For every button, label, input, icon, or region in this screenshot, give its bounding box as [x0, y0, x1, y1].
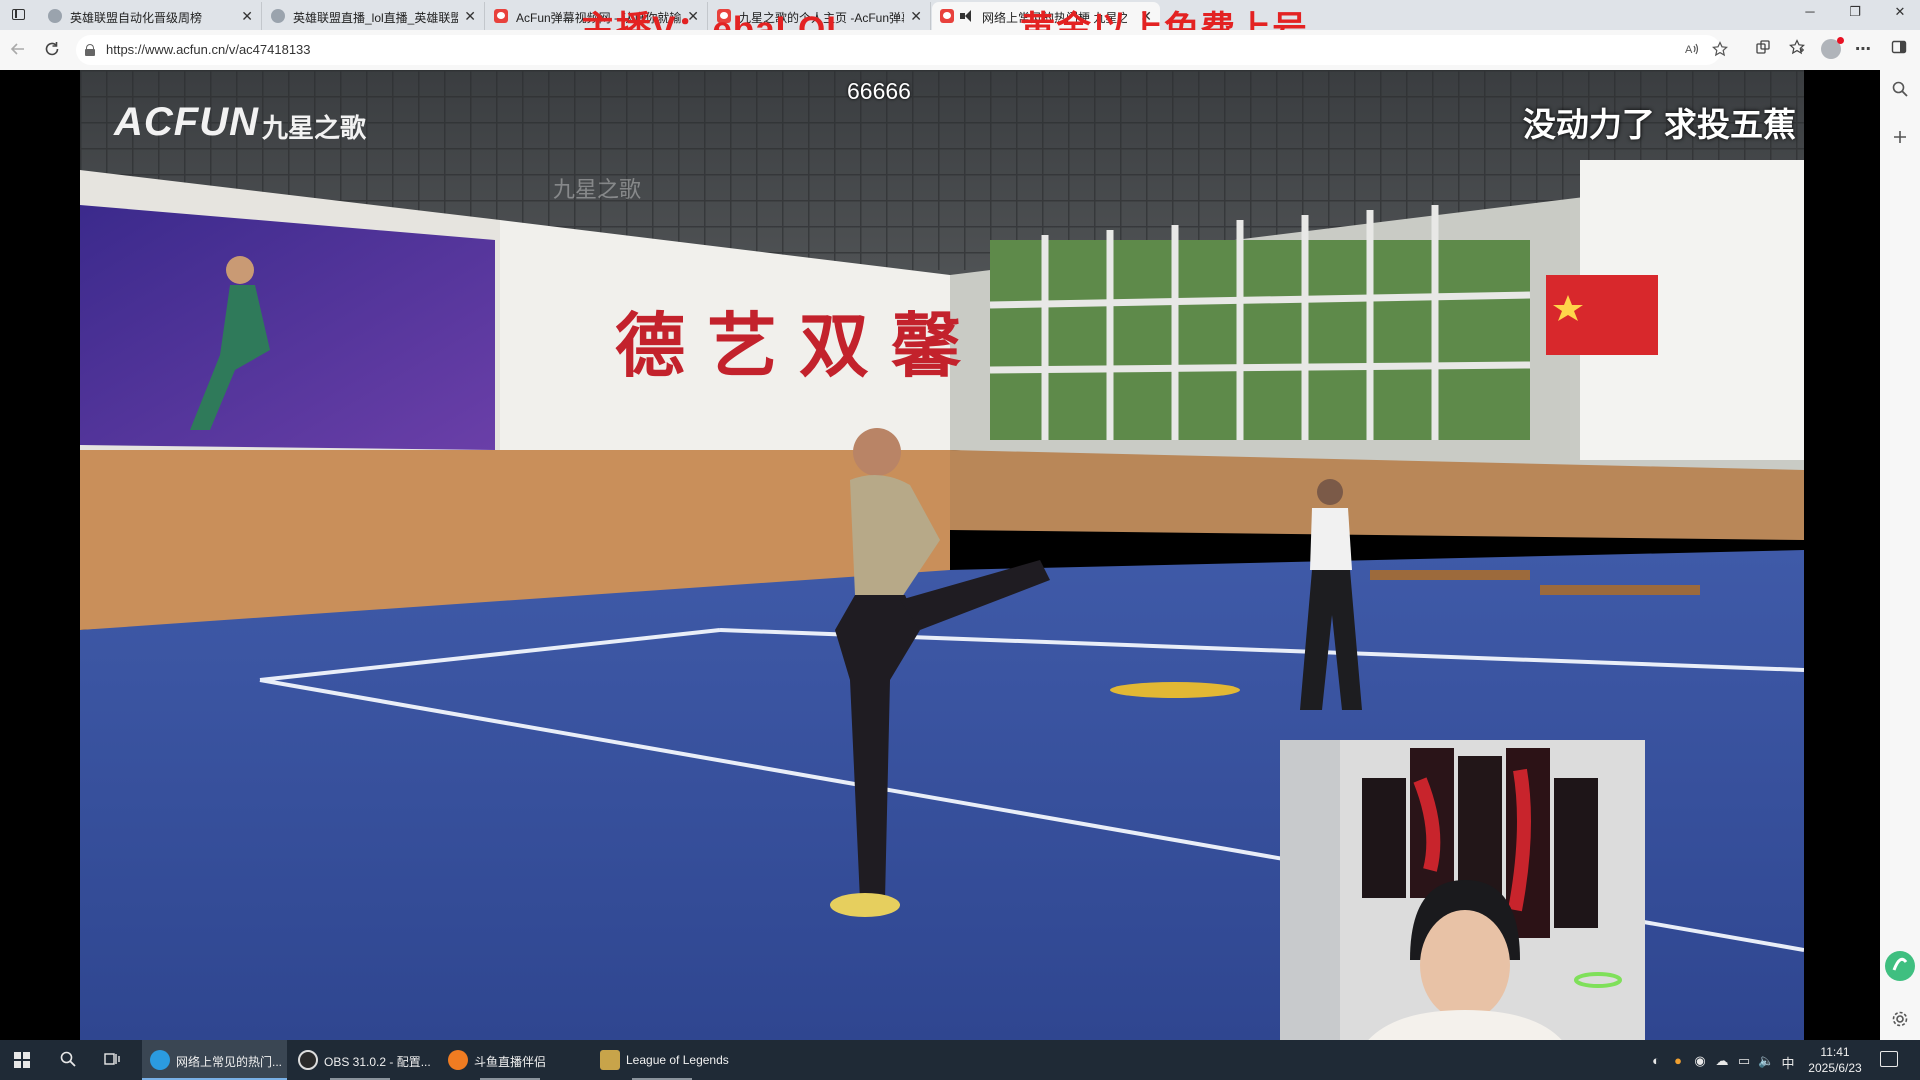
- tray-app-icon[interactable]: ●: [1670, 1053, 1686, 1068]
- collections-icon[interactable]: [1786, 39, 1808, 60]
- tab-actions-menu-icon[interactable]: [8, 6, 28, 24]
- task-view-icon[interactable]: [101, 1050, 123, 1070]
- more-icon[interactable]: ⋯: [1852, 39, 1874, 59]
- acfun-logo: ACFUN: [114, 100, 259, 144]
- add-icon[interactable]: [1890, 128, 1910, 148]
- lol-icon: [600, 1050, 620, 1070]
- tray-app-icon[interactable]: ◐: [1648, 1053, 1664, 1068]
- lol-favicon-icon: [271, 9, 285, 23]
- url-text[interactable]: https://www.acfun.cn/v/ac47418133: [106, 42, 311, 57]
- browser-tab[interactable]: 英雄联盟自动化晋级周榜 ✕: [40, 2, 262, 30]
- tray-app-icon[interactable]: ◉: [1692, 1053, 1708, 1069]
- acfun-favicon-icon: [494, 9, 508, 23]
- search-icon[interactable]: [1890, 80, 1910, 100]
- video-caption: 没动力了 求投五蕉: [1522, 106, 1796, 143]
- edge-icon: [150, 1050, 170, 1070]
- url-omnibox[interactable]: https://www.acfun.cn/v/ac47418133 A: [76, 35, 1728, 65]
- windows-start-icon[interactable]: [14, 1052, 30, 1068]
- tab-bar: 英雄联盟自动化晋级周榜 ✕ 英雄联盟直播_lol直播_英雄联盟 ✕ AcFun弹…: [0, 0, 1920, 30]
- cloud-icon[interactable]: ☁: [1714, 1053, 1730, 1069]
- address-bar: https://www.acfun.cn/v/ac47418133 A ⋯: [0, 30, 1920, 70]
- restore-icon[interactable]: ❐: [1845, 4, 1865, 20]
- tab-close-icon[interactable]: ✕: [910, 8, 922, 24]
- clock-date: 2025/6/23: [1808, 1061, 1862, 1075]
- profile-avatar-icon[interactable]: [1821, 37, 1844, 59]
- tab-audio-icon[interactable]: [960, 9, 976, 23]
- taskbar-clock[interactable]: 11:41 2025/6/23: [1800, 1044, 1870, 1076]
- network-icon[interactable]: ▭: [1736, 1053, 1752, 1069]
- douyu-icon: [448, 1050, 468, 1070]
- settings-icon[interactable]: [1890, 1010, 1910, 1030]
- taskbar-app-label: League of Legends: [626, 1053, 729, 1067]
- obs-icon: [298, 1050, 318, 1070]
- channel-watermark: 九星之歌: [262, 113, 367, 143]
- tab-title: 英雄联盟直播_lol直播_英雄联盟: [293, 11, 458, 25]
- copilot-icon[interactable]: [1884, 950, 1916, 982]
- danmaku-comment: 66666: [847, 78, 911, 104]
- taskbar-search-icon[interactable]: [57, 1050, 79, 1070]
- taskbar-app-label: OBS 31.0.2 - 配置...: [324, 1055, 431, 1069]
- taskbar-app-lol[interactable]: League of Legends: [592, 1040, 737, 1080]
- notification-icon[interactable]: [1880, 1051, 1898, 1067]
- taskbar-app-douyu[interactable]: 斗鱼直播伴侣: [440, 1040, 585, 1080]
- clock-time: 11:41: [1820, 1045, 1850, 1059]
- reload-icon[interactable]: [42, 40, 62, 60]
- taskbar-app-obs[interactable]: OBS 31.0.2 - 配置...: [290, 1040, 435, 1080]
- taskbar-app-label: 网络上常见的热门...: [176, 1055, 283, 1069]
- taskbar-app-label: 斗鱼直播伴侣: [474, 1055, 547, 1069]
- volume-icon[interactable]: 🔈: [1758, 1053, 1774, 1069]
- faint-watermark: 九星之歌: [553, 177, 642, 202]
- wall-slogan: 德艺双馨: [615, 304, 983, 387]
- read-aloud-icon[interactable]: A: [1684, 41, 1700, 61]
- tab-close-icon[interactable]: ✕: [241, 8, 253, 24]
- extensions-icon[interactable]: [1752, 39, 1774, 60]
- taskbar-app-edge[interactable]: 网络上常见的热门...: [142, 1040, 287, 1080]
- sidebar-icon[interactable]: [1888, 39, 1910, 60]
- acfun-favicon-icon: [940, 9, 954, 23]
- tab-title: 英雄联盟自动化晋级周榜: [70, 11, 203, 25]
- lock-icon[interactable]: [85, 44, 95, 56]
- webcam-frame: [1280, 740, 1645, 1080]
- back-arrow-icon[interactable]: [8, 40, 28, 60]
- tab-close-icon[interactable]: ✕: [464, 8, 476, 24]
- browser-tab[interactable]: 英雄联盟直播_lol直播_英雄联盟 ✕: [263, 2, 485, 30]
- minimize-icon[interactable]: ─: [1800, 4, 1820, 19]
- input-method-indicator[interactable]: 中: [1780, 1053, 1796, 1072]
- lol-favicon-icon: [48, 9, 62, 23]
- streamer-webcam: [1280, 740, 1645, 1080]
- windows-taskbar: 网络上常见的热门... OBS 31.0.2 - 配置... 斗鱼直播伴侣 Le…: [0, 1040, 1920, 1080]
- window-close-icon[interactable]: ✕: [1890, 4, 1910, 20]
- star-icon[interactable]: [1712, 41, 1728, 61]
- browser-side-panel: [1880, 70, 1920, 1040]
- svg-text:A: A: [1685, 44, 1693, 56]
